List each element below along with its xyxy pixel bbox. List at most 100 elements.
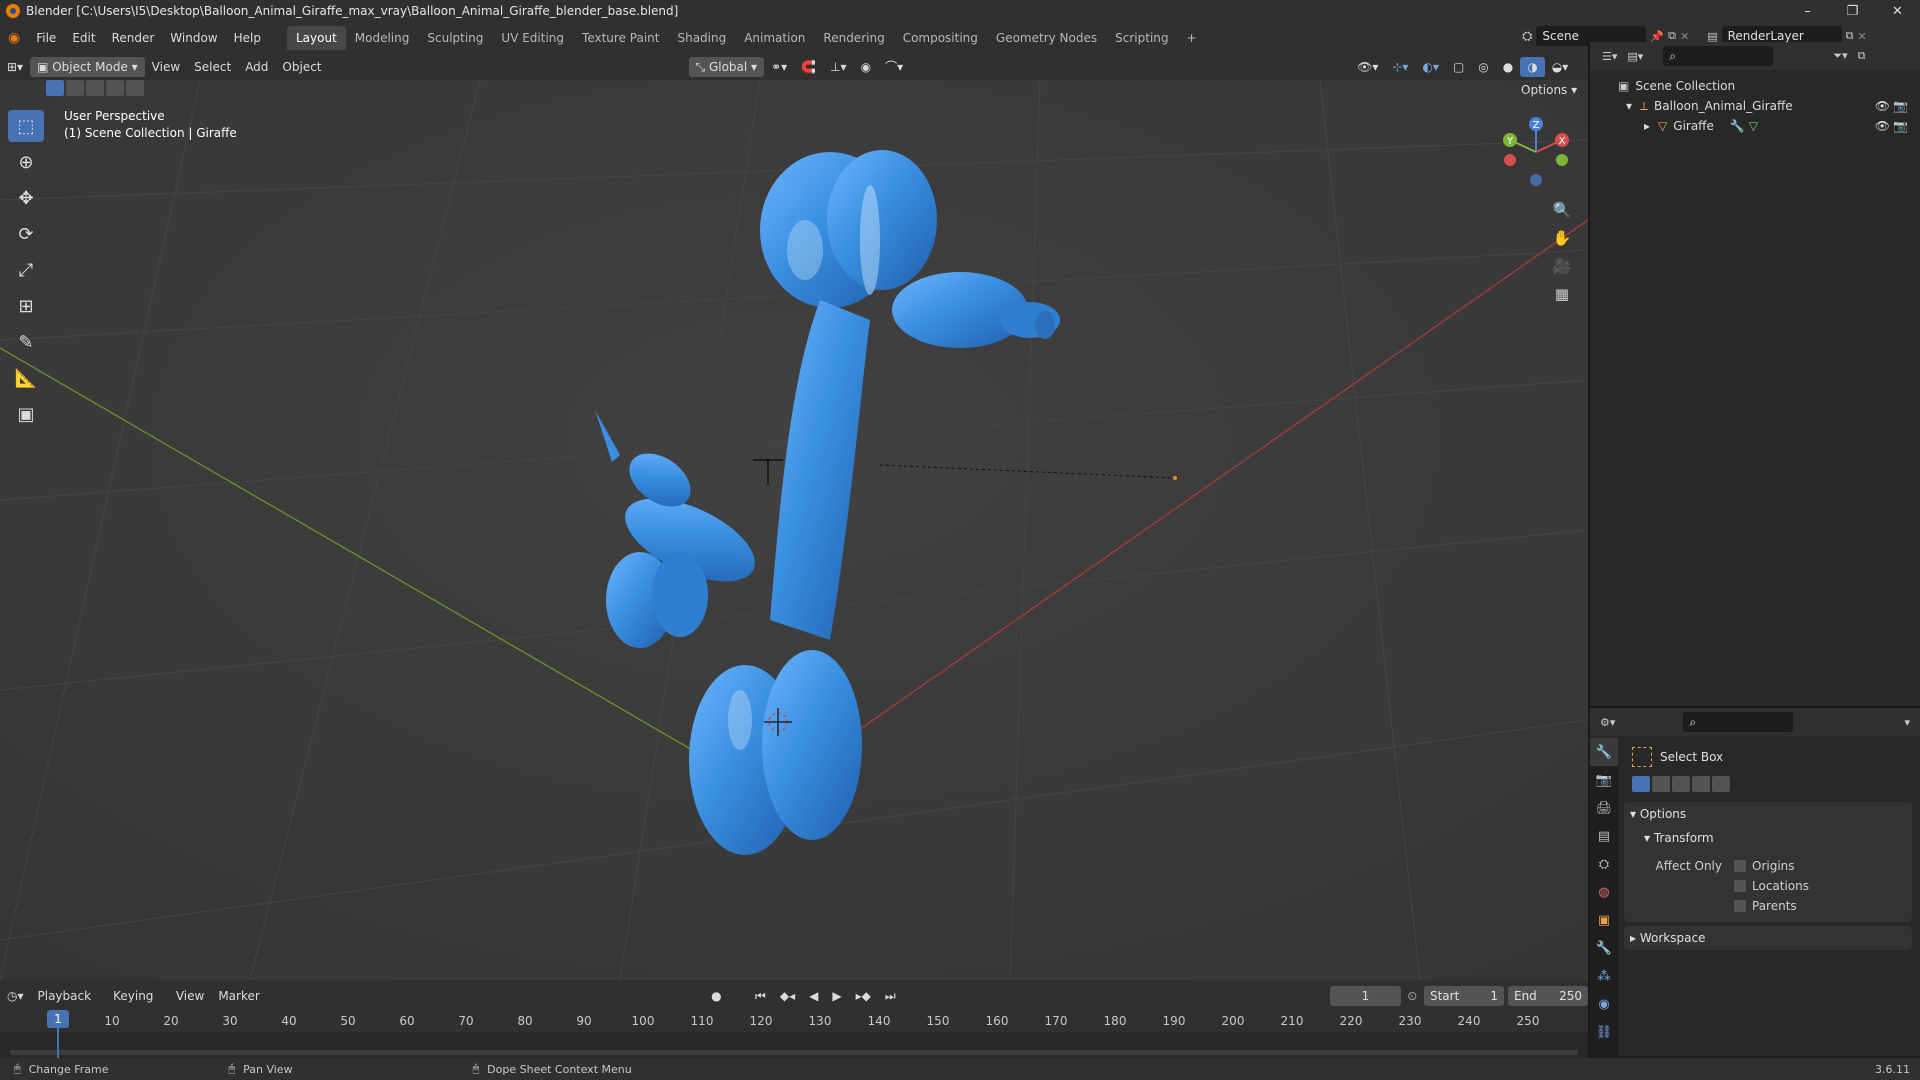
mode-intersect-icon[interactable] <box>1712 776 1730 792</box>
menu-keying[interactable]: Keying ▾ <box>106 986 169 1023</box>
modifier-tab-icon[interactable]: 🔧 <box>1590 934 1618 962</box>
mesh-data-icon[interactable]: ▽ <box>1749 119 1758 133</box>
select-extend-icon[interactable] <box>66 80 84 96</box>
tab-modeling[interactable]: Modeling <box>346 26 419 50</box>
menu-add[interactable]: Add <box>238 57 275 77</box>
navigation-gizmo[interactable]: Z X Y <box>1496 112 1576 192</box>
select-subtract-icon[interactable] <box>86 80 104 96</box>
tab-animation[interactable]: Animation <box>735 26 814 50</box>
move-tool[interactable]: ✥ <box>8 182 44 214</box>
wireframe-shading-icon[interactable]: ◎ <box>1471 57 1495 77</box>
falloff-icon[interactable]: ⌒▾ <box>878 57 910 77</box>
close-button[interactable]: ✕ <box>1875 0 1920 22</box>
timeline-scrollbar[interactable] <box>10 1050 1578 1055</box>
camera-view-icon[interactable]: 🎥 <box>1548 252 1576 280</box>
select-new-icon[interactable] <box>46 80 64 96</box>
camera-render-icon[interactable]: 📷 <box>1893 119 1908 133</box>
particles-tab-icon[interactable]: ⁂ <box>1590 962 1618 990</box>
constraints-tab-icon[interactable]: ⛓ <box>1590 1018 1618 1046</box>
end-frame-field[interactable]: End 250 <box>1507 986 1589 1006</box>
proportional-edit-icon[interactable]: ◉ <box>854 57 878 77</box>
snap-icon[interactable]: 🧲 <box>794 57 823 77</box>
gizmo-toggle-icon[interactable]: ⊹▾ <box>1385 57 1415 77</box>
cursor-tool[interactable]: ⊕ <box>8 146 44 178</box>
frame-ruler[interactable]: 10 20 30 40 50 60 70 80 90 100 110 120 1… <box>0 1012 1588 1032</box>
visibility-icon[interactable]: 👁▾ <box>1350 57 1385 77</box>
tab-scripting[interactable]: Scripting <box>1106 26 1177 50</box>
properties-editor-icon[interactable]: ⚙▾ <box>1600 716 1615 729</box>
add-cube-tool[interactable]: ▣ <box>8 398 44 430</box>
expand-chevron-icon[interactable]: ▾ <box>1626 99 1632 113</box>
orientation-dropdown[interactable]: ⤡ Global ▾ <box>688 57 765 77</box>
preview-range-icon[interactable]: ⏲ <box>1401 986 1424 1006</box>
xray-icon[interactable]: ▢ <box>1446 57 1471 77</box>
camera-render-icon[interactable]: 📷 <box>1893 99 1908 113</box>
tab-geometry-nodes[interactable]: Geometry Nodes <box>987 26 1106 50</box>
outliner-editor-icon[interactable]: ☰▾ <box>1602 50 1617 63</box>
zoom-icon[interactable]: 🔍 <box>1548 196 1576 224</box>
mode-new-icon[interactable] <box>1632 776 1650 792</box>
material-shading-icon[interactable]: ◑ <box>1520 57 1545 77</box>
properties-options-icon[interactable]: ▾ <box>1904 716 1910 729</box>
new-collection-icon[interactable]: ⧉ <box>1858 49 1866 63</box>
menu-window[interactable]: Window <box>162 27 225 49</box>
play-reverse-icon[interactable]: ◀ <box>802 986 825 1006</box>
menu-select[interactable]: Select <box>187 57 238 77</box>
outliner-item-giraffe[interactable]: ▸ ▽ Giraffe 🔧 ▽ 👁 📷 <box>1590 116 1920 136</box>
collapse-chevron-icon[interactable]: ▸ <box>1644 119 1650 133</box>
outliner-scene-collection[interactable]: ▣ Scene Collection <box>1590 76 1920 96</box>
select-invert-icon[interactable] <box>106 80 124 96</box>
view-layer-tab-icon[interactable]: ▤ <box>1590 822 1618 850</box>
tab-layout[interactable]: Layout <box>286 26 346 50</box>
scene-icon[interactable]: ⛭ <box>1522 29 1532 44</box>
menu-playback[interactable]: Playback ▾ <box>31 986 107 1023</box>
remove-view-layer-icon[interactable]: ✕ <box>1857 30 1866 43</box>
menu-render[interactable]: Render <box>104 27 163 49</box>
rendered-shading-icon[interactable]: ◒▾ <box>1545 57 1576 77</box>
auto-key-icon[interactable]: ● <box>704 986 728 1006</box>
object-tab-icon[interactable]: ▣ <box>1590 906 1618 934</box>
menu-help[interactable]: Help <box>226 27 269 49</box>
pin-icon[interactable]: 📌 <box>1650 30 1664 43</box>
scale-tool[interactable]: ⤢ <box>8 254 44 286</box>
overlay-toggle-icon[interactable]: ◐▾ <box>1415 57 1446 77</box>
world-tab-icon[interactable]: ◍ <box>1590 878 1618 906</box>
properties-search-input[interactable]: ⌕ <box>1683 712 1794 732</box>
solid-shading-icon[interactable]: ● <box>1496 57 1520 77</box>
minimize-button[interactable]: – <box>1785 0 1830 22</box>
timeline-editor-icon[interactable]: ◷▾ <box>0 986 31 1006</box>
jump-end-icon[interactable]: ⏭ <box>878 986 903 1006</box>
blender-menu-icon[interactable]: ◉ <box>0 27 28 49</box>
new-scene-icon[interactable]: ⧉ <box>1668 29 1676 43</box>
measure-tool[interactable]: 📐 <box>8 362 44 394</box>
ortho-grid-icon[interactable]: ▦ <box>1548 280 1576 308</box>
workspace-panel-header[interactable]: ▸ Workspace <box>1624 926 1912 950</box>
next-keyframe-icon[interactable]: ▸◆ <box>849 986 878 1006</box>
prev-keyframe-icon[interactable]: ◆◂ <box>773 986 802 1006</box>
rotate-tool[interactable]: ⟳ <box>8 218 44 250</box>
menu-marker[interactable]: Marker <box>211 986 266 1006</box>
tab-uv-editing[interactable]: UV Editing <box>492 26 573 50</box>
menu-object[interactable]: Object <box>275 57 328 77</box>
filter-icon[interactable]: ⏷▾ <box>1833 49 1847 63</box>
mode-invert-icon[interactable] <box>1692 776 1710 792</box>
tab-rendering[interactable]: Rendering <box>814 26 893 50</box>
tab-compositing[interactable]: Compositing <box>894 26 987 50</box>
new-view-layer-icon[interactable]: ⧉ <box>1846 29 1854 43</box>
pan-hand-icon[interactable]: ✋ <box>1548 224 1576 252</box>
current-frame-field[interactable]: 1 <box>1330 986 1401 1006</box>
editor-type-icon[interactable]: ⊞▾ <box>0 57 30 77</box>
output-tab-icon[interactable]: 🖨 <box>1590 794 1618 822</box>
eye-icon[interactable]: 👁 <box>1875 99 1890 113</box>
mode-dropdown[interactable]: ▣ Object Mode ▾ <box>30 57 145 77</box>
play-icon[interactable]: ▶ <box>825 986 848 1006</box>
playhead[interactable]: 1 <box>47 1010 69 1028</box>
render-tab-icon[interactable]: 📷 <box>1590 766 1618 794</box>
tool-tab-icon[interactable]: 🔧 <box>1590 738 1618 766</box>
tab-sculpting[interactable]: Sculpting <box>418 26 492 50</box>
options-panel-header[interactable]: ▾ Options <box>1624 802 1912 826</box>
mode-subtract-icon[interactable] <box>1672 776 1690 792</box>
outliner-item-balloon-animal-giraffe[interactable]: ▾ ⟂ Balloon_Animal_Giraffe 👁 📷 <box>1590 96 1920 116</box>
tab-shading[interactable]: Shading <box>668 26 735 50</box>
select-box-tool[interactable]: ⬚ <box>8 110 44 142</box>
